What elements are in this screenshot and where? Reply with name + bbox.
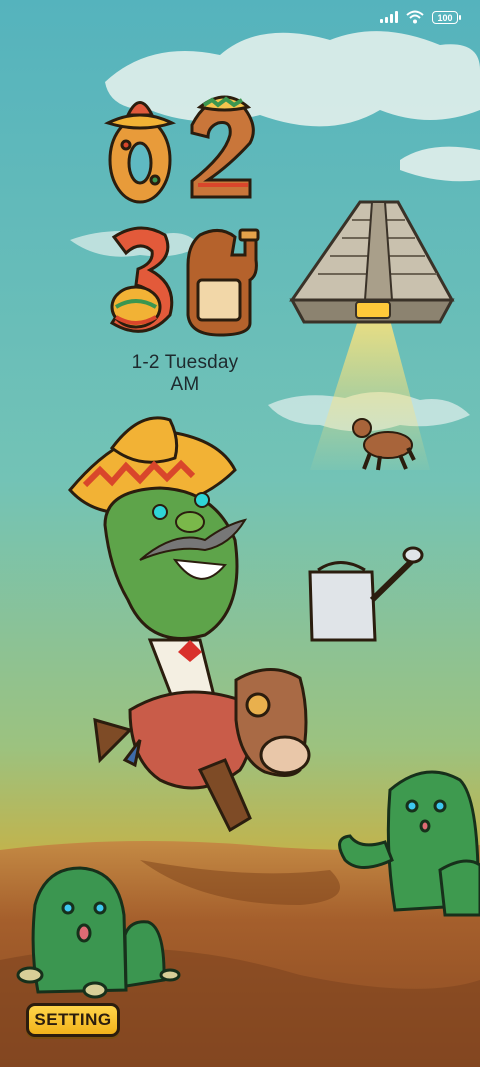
signal-icon [380, 11, 398, 23]
clock-digit-minute-2 [186, 228, 260, 337]
clock-digit-minute-1 [109, 226, 174, 333]
setting-button-label: SETTING [34, 1010, 112, 1029]
clock [103, 95, 260, 337]
status-bar: 100 [380, 10, 461, 24]
wifi-icon [406, 10, 424, 24]
date-label: 1-2 Tuesday AM [131, 352, 239, 395]
battery-level: 100 [437, 12, 453, 23]
clock-digit-hour-2 [190, 95, 255, 199]
clock-digit-hour-1 [103, 101, 177, 204]
setting-button[interactable]: SETTING [26, 1003, 120, 1037]
battery-icon: 100 [432, 10, 461, 24]
